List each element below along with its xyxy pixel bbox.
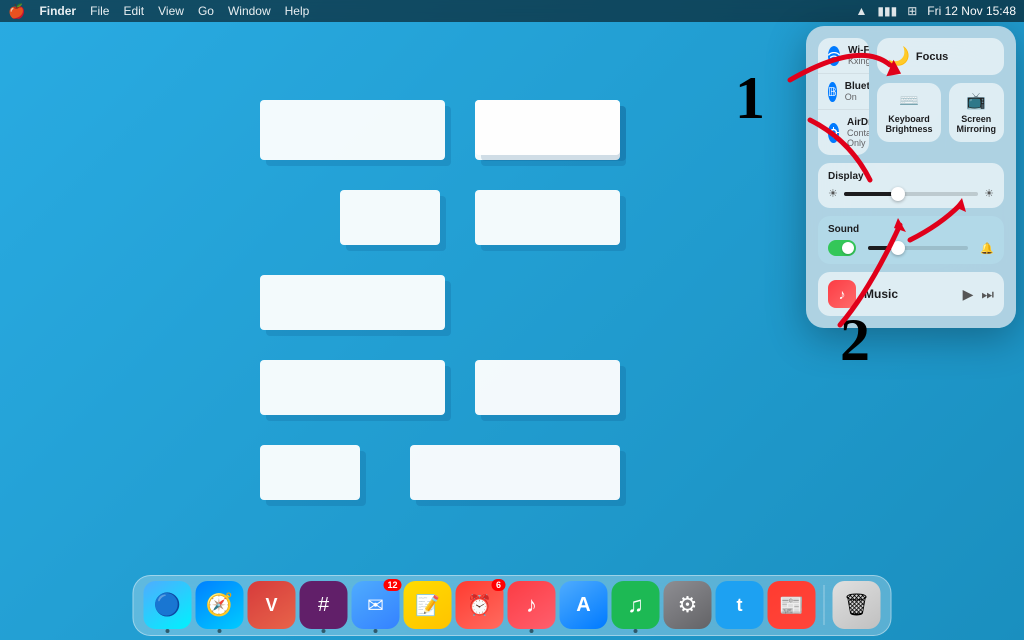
dock-slack[interactable]: #	[300, 581, 348, 629]
wifi-sublabel: KxingDom	[848, 56, 869, 66]
dock-safari[interactable]: 🧭	[196, 581, 244, 629]
sound-row: 🔔	[828, 240, 994, 256]
dock-notes[interactable]: 📝	[404, 581, 452, 629]
menu-edit[interactable]: Edit	[123, 4, 144, 18]
bluetooth-sublabel: On	[845, 92, 870, 102]
dock-settings[interactable]: ⚙	[664, 581, 712, 629]
menu-go[interactable]: Go	[198, 4, 214, 18]
volume-track[interactable]	[868, 246, 968, 250]
airdrop-sublabel: Contacts Only	[847, 128, 869, 148]
bluetooth-icon: 𝔹	[828, 82, 837, 102]
desktop-decoration	[260, 100, 720, 620]
dock-reminders[interactable]: ⏰ 6	[456, 581, 504, 629]
annotation-number-1: 1	[735, 65, 765, 131]
dock-music[interactable]: ♪	[508, 581, 556, 629]
sound-label: Sound	[828, 224, 994, 235]
bluetooth-tile[interactable]: 𝔹 Bluetooth On	[818, 74, 869, 110]
airdrop-text: AirDrop Contacts Only	[847, 117, 869, 148]
desktop: 🍎 Finder File Edit View Go Window Help ▲…	[0, 0, 1024, 640]
brightness-low-icon: ☀	[828, 187, 838, 200]
cc-small-tiles: ⌨️ KeyboardBrightness 📺 ScreenMirroring	[877, 83, 1004, 142]
wifi-menubar-icon[interactable]: ▲	[856, 4, 868, 18]
focus-icon: 🌙	[887, 46, 909, 67]
reminders-badge: 6	[492, 579, 506, 591]
volume-thumb[interactable]	[891, 241, 905, 255]
wifi-text: Wi-Fi KxingDom	[848, 45, 869, 66]
dock-separator	[824, 585, 825, 625]
menu-file[interactable]: File	[90, 4, 109, 18]
dock-appstore[interactable]: A	[560, 581, 608, 629]
sound-section: Sound 🔔	[818, 216, 1004, 264]
airdrop-icon	[828, 123, 839, 143]
sound-toggle-knob	[842, 242, 854, 254]
cc-upper-row: Wi-Fi KxingDom 𝔹 Bluetooth On	[818, 38, 1004, 155]
focus-label: Focus	[916, 51, 948, 63]
menu-help[interactable]: Help	[285, 4, 310, 18]
display-slider-row: ☀ ☀	[828, 187, 994, 200]
app-name[interactable]: Finder	[39, 4, 76, 18]
dock-spotify-dot	[634, 629, 638, 633]
dock-spotify[interactable]: ♫	[612, 581, 660, 629]
control-center-panel: Wi-Fi KxingDom 𝔹 Bluetooth On	[806, 26, 1016, 328]
screen-mirror-icon: 📺	[966, 91, 986, 111]
dock: 🔵 🧭 V # ✉ 12 📝 ⏰ 6 ♪ A	[133, 575, 892, 636]
music-tile[interactable]: ♪ Music ▶ ⏭	[818, 272, 1004, 316]
wifi-icon	[828, 46, 840, 66]
focus-tile[interactable]: 🌙 Focus	[877, 38, 1004, 75]
wifi-label: Wi-Fi	[848, 45, 869, 56]
mail-badge: 12	[383, 579, 401, 591]
music-play-button[interactable]: ▶	[963, 286, 974, 303]
screen-mirror-label: ScreenMirroring	[957, 114, 997, 134]
control-center-icon[interactable]: ⊞	[907, 4, 917, 18]
display-label: Display	[828, 171, 994, 182]
music-controls: ▶ ⏭	[963, 286, 994, 303]
keyboard-brightness-tile[interactable]: ⌨️ KeyboardBrightness	[877, 83, 940, 142]
dock-music-dot	[530, 629, 534, 633]
display-slider-fill	[844, 192, 898, 196]
dock-twitter[interactable]: t	[716, 581, 764, 629]
wifi-tile[interactable]: Wi-Fi KxingDom	[818, 38, 869, 74]
dock-finder-dot	[166, 629, 170, 633]
display-slider-thumb[interactable]	[891, 187, 905, 201]
dock-finder[interactable]: 🔵	[144, 581, 192, 629]
menu-view[interactable]: View	[158, 4, 184, 18]
display-section: Display ☀ ☀	[818, 163, 1004, 208]
dock-trash[interactable]: 🗑	[833, 581, 881, 629]
apple-menu[interactable]: 🍎	[8, 3, 25, 20]
sound-mute-icon[interactable]: 🔔	[980, 242, 994, 255]
display-slider-track[interactable]	[844, 192, 978, 196]
airdrop-tile[interactable]: AirDrop Contacts Only	[818, 110, 869, 155]
cc-right-stack: 🌙 Focus ⌨️ KeyboardBrightness 📺 ScreenMi…	[877, 38, 1004, 155]
menu-window[interactable]: Window	[228, 4, 271, 18]
music-label: Music	[864, 287, 955, 301]
dock-vivaldi[interactable]: V	[248, 581, 296, 629]
music-app-icon: ♪	[828, 280, 856, 308]
dock-safari-dot	[218, 629, 222, 633]
brightness-high-icon: ☀	[984, 187, 994, 200]
menubar: 🍎 Finder File Edit View Go Window Help ▲…	[0, 0, 1024, 22]
bluetooth-text: Bluetooth On	[845, 81, 870, 102]
menubar-datetime: Fri 12 Nov 15:48	[927, 4, 1016, 18]
keyboard-icon: ⌨️	[899, 91, 919, 111]
bluetooth-label: Bluetooth	[845, 81, 870, 92]
music-forward-button[interactable]: ⏭	[981, 286, 994, 303]
keyboard-label: KeyboardBrightness	[885, 114, 932, 134]
dock-news[interactable]: 📰	[768, 581, 816, 629]
dock-slack-dot	[322, 629, 326, 633]
dock-mail-dot	[374, 629, 378, 633]
menubar-right: ▲ ▮▮▮ ⊞ Fri 12 Nov 15:48	[856, 4, 1016, 18]
dock-mail[interactable]: ✉ 12	[352, 581, 400, 629]
sound-toggle[interactable]	[828, 240, 856, 256]
cc-connectivity-stack: Wi-Fi KxingDom 𝔹 Bluetooth On	[818, 38, 869, 155]
menubar-left: 🍎 Finder File Edit View Go Window Help	[8, 3, 856, 20]
battery-menubar-icon[interactable]: ▮▮▮	[877, 4, 897, 18]
screen-mirroring-tile[interactable]: 📺 ScreenMirroring	[949, 83, 1005, 142]
airdrop-label: AirDrop	[847, 117, 869, 128]
